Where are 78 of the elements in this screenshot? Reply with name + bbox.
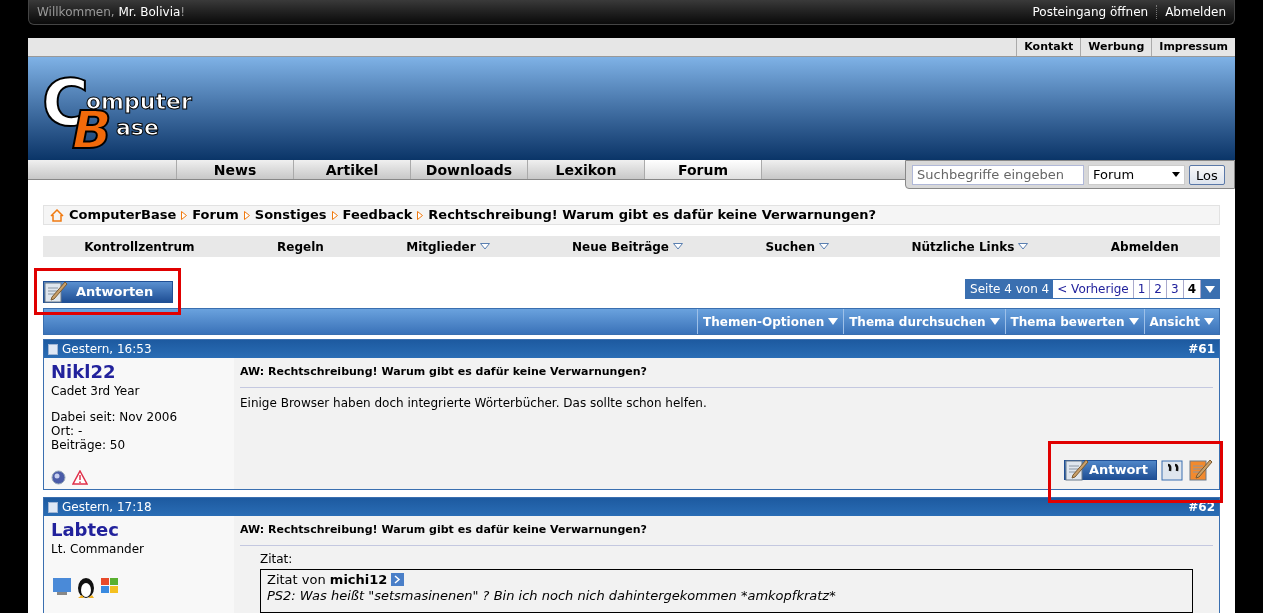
quote-text: PS2: Was heißt "setsmasinenen" ? Bin ich noch nich dahintergekommen *amkopfkratz* <box>267 587 836 603</box>
home-icon[interactable] <box>50 208 64 222</box>
breadcrumb-link[interactable]: Feedback <box>342 205 413 225</box>
reply-button[interactable]: Antworten <box>43 281 173 303</box>
triangle-icon <box>181 210 188 220</box>
nav-tab[interactable]: Forum <box>644 160 761 179</box>
search-button[interactable]: Los <box>1189 164 1225 185</box>
thread-tool-menu[interactable]: Thema durchsuchen <box>843 309 1005 334</box>
breadcrumb-link[interactable]: ComputerBase <box>69 205 177 225</box>
sub-nav-link[interactable]: Abmelden <box>1110 237 1179 256</box>
sub-nav-link[interactable]: Suchen <box>765 237 829 256</box>
author-link[interactable]: Labtec <box>51 520 227 540</box>
post-text: Einige Browser haben doch integrierte Wörterbücher. Das sollte schon helfen. <box>240 394 708 412</box>
triangle-icon <box>243 210 250 220</box>
caret-icon <box>989 318 1000 325</box>
quote-label: Zitat: <box>260 551 293 566</box>
nav-tab[interactable]: Downloads <box>410 160 527 179</box>
thread-tool-menu[interactable]: Thema bewerten <box>1004 309 1144 334</box>
notepad-pen-icon <box>44 281 68 303</box>
post-date: Gestern, 16:53 <box>62 341 152 358</box>
nav-tab[interactable]: News <box>176 160 293 179</box>
page-menu-button[interactable] <box>1201 280 1219 298</box>
thread-tool-menu[interactable]: Themen-Optionen <box>697 309 844 334</box>
scope-dropdown[interactable]: Forum <box>1088 164 1185 185</box>
user-info: Ort: - <box>51 424 84 438</box>
page-link[interactable]: 3 <box>1167 280 1184 298</box>
sub-nav-link[interactable]: Mitglieder <box>406 237 490 256</box>
page-indicator: Seite 4 von 4 <box>966 280 1054 298</box>
quote-icon[interactable] <box>1161 459 1185 481</box>
top-link[interactable]: Posteingang öffnen <box>1032 3 1149 21</box>
document-icon <box>48 343 58 355</box>
sub-nav-link[interactable]: Kontrollzentrum <box>84 237 195 256</box>
thread-tool-menu[interactable]: Ansicht <box>1143 309 1219 334</box>
breadcrumb-link[interactable]: Rechtschreibung! Warum gibt es dafür keine Verwarnungen? <box>428 205 877 225</box>
welcome-text: Willkommen, Mr. Bolivia! <box>37 4 186 21</box>
caret-icon <box>1128 318 1139 325</box>
previous-link[interactable]: < Vorherige <box>1053 280 1134 298</box>
post-date: Gestern, 17:18 <box>62 499 152 516</box>
caret-icon <box>1205 285 1215 293</box>
caret-icon <box>673 243 683 250</box>
warning-icon[interactable] <box>72 470 88 485</box>
triangle-icon <box>417 210 424 220</box>
nav-tab[interactable]: Artikel <box>293 160 410 179</box>
windows-icon <box>99 576 121 596</box>
util-link[interactable]: Impressum <box>1151 38 1235 56</box>
post-title: AW: Rechtschreibung! Warum gibt es dafür keine Verwarnungen? <box>240 364 1213 388</box>
page-link[interactable]: 1 <box>1133 280 1151 298</box>
caret-icon <box>818 243 829 250</box>
caret-icon <box>1204 318 1214 325</box>
caret-icon <box>828 318 839 325</box>
user-info: Beiträge: 50 <box>51 438 127 452</box>
breadcrumb-link[interactable]: Sonstiges <box>254 205 327 225</box>
top-link[interactable]: Abmelden <box>1165 3 1226 21</box>
user-info: Dabei seit: Nov 2006 <box>51 410 179 424</box>
caret-icon <box>479 243 490 250</box>
breadcrumb-link[interactable]: Forum <box>192 205 239 225</box>
post-number-link[interactable]: #61 <box>1188 340 1215 358</box>
page-link[interactable]: 2 <box>1150 280 1167 298</box>
computer-icon <box>51 575 73 597</box>
sub-nav-link[interactable]: Regeln <box>277 237 324 256</box>
quote-author: Zitat von michi12 <box>267 571 388 588</box>
util-link[interactable]: Kontakt <box>1016 38 1081 56</box>
user-rank: Cadet 3rd Year <box>51 383 141 400</box>
notepad-pen-icon <box>1189 459 1213 481</box>
caret-icon <box>1172 172 1180 177</box>
search-field[interactable]: Suchbegriffe eingeben <box>912 164 1084 185</box>
caret-icon <box>1018 243 1029 250</box>
post-title: AW: Rechtschreibung! Warum gibt es dafür keine Verwarnungen? <box>240 522 1213 546</box>
util-link[interactable]: Werbung <box>1080 38 1152 56</box>
triangle-icon <box>331 210 338 220</box>
document-icon <box>48 501 58 513</box>
notepad-pen-icon <box>1064 459 1089 481</box>
sub-nav-link[interactable]: Neue Beiträge <box>572 237 683 256</box>
status-icon <box>51 470 66 485</box>
sub-nav-link[interactable]: Nützliche Links <box>911 237 1029 256</box>
author-link[interactable]: Nikl22 <box>51 362 227 382</box>
reply-button[interactable]: Antwort <box>1063 460 1157 480</box>
user-rank: Lt. Commander <box>51 541 145 558</box>
